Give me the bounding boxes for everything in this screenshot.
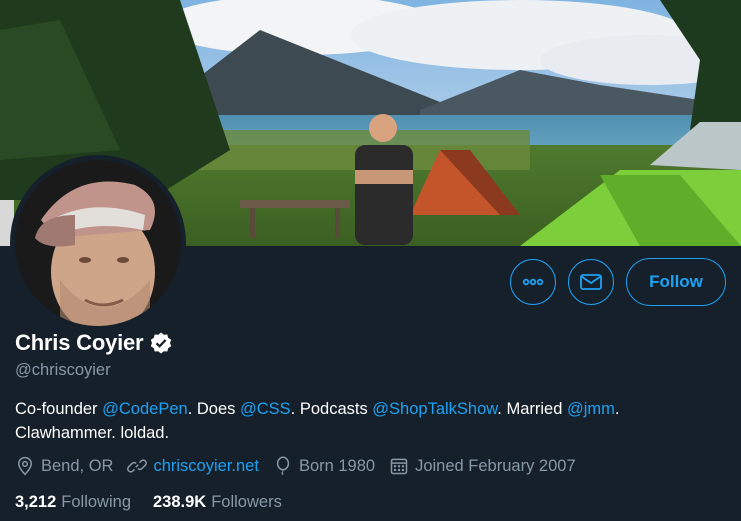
website-link[interactable]: chriscoyier.net <box>153 457 258 476</box>
calendar-icon <box>390 458 408 475</box>
verified-badge-icon <box>151 332 172 354</box>
followers-label: Followers <box>211 493 282 511</box>
bio: Co-founder @CodePen. Does @CSS. Podcasts… <box>15 397 715 445</box>
profile-meta: Bend, OR chriscoyier.net Born 1980 Joine… <box>15 456 590 476</box>
location-item: Bend, OR <box>15 456 113 476</box>
user-handle: @chriscoyier <box>15 361 111 379</box>
more-icon <box>522 278 544 286</box>
follow-button[interactable]: Follow <box>626 258 726 306</box>
following-link[interactable]: 3,212 Following <box>15 493 131 512</box>
birthday-item: Born 1980 <box>273 456 375 476</box>
bio-text: . Married <box>497 400 567 418</box>
balloon-icon <box>276 456 290 476</box>
bio-link-css[interactable]: @CSS <box>240 400 291 418</box>
bio-link-shoptalkshow[interactable]: @ShopTalkShow <box>372 400 497 418</box>
location-pin-icon <box>17 456 33 476</box>
message-button[interactable] <box>568 259 614 305</box>
bio-link-jmm[interactable]: @jmm <box>567 400 615 418</box>
link-icon <box>127 459 148 473</box>
joined-item: Joined February 2007 <box>389 456 576 476</box>
joined-text: Joined February 2007 <box>415 456 576 475</box>
more-button[interactable] <box>510 259 556 305</box>
birth-text: Born 1980 <box>298 456 376 475</box>
envelope-icon <box>580 274 602 290</box>
name-row: Chris Coyier <box>15 330 173 356</box>
following-label: Following <box>61 493 131 511</box>
avatar[interactable] <box>15 160 181 326</box>
follow-counts: 3,212 Following 238.9K Followers <box>15 493 304 512</box>
avatar-border <box>10 155 186 331</box>
bio-text: . Does <box>187 400 240 418</box>
following-count: 3,212 <box>15 493 57 511</box>
bio-text: . Podcasts <box>290 400 373 418</box>
website-item: chriscoyier.net <box>127 456 259 476</box>
location-text: Bend, OR <box>41 456 114 475</box>
followers-count: 238.9K <box>153 493 207 511</box>
bio-text: Co-founder <box>15 400 103 418</box>
display-name: Chris Coyier <box>15 330 144 355</box>
followers-link[interactable]: 238.9K Followers <box>153 493 282 512</box>
bio-link-codepen[interactable]: @CodePen <box>102 400 188 418</box>
profile-actions: Follow <box>510 258 726 306</box>
